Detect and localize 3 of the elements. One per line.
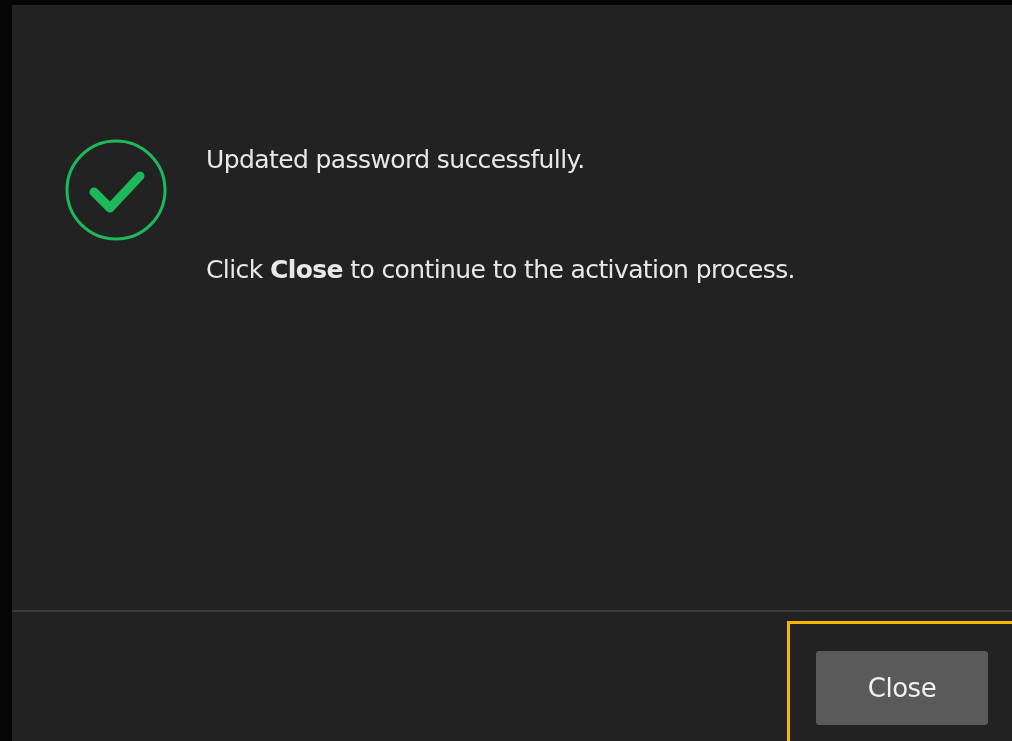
success-message: Updated password successfully.: [206, 144, 586, 176]
instruction-text: Click Close to continue to the activation process.: [206, 254, 795, 286]
close-button[interactable]: Close: [816, 651, 988, 725]
